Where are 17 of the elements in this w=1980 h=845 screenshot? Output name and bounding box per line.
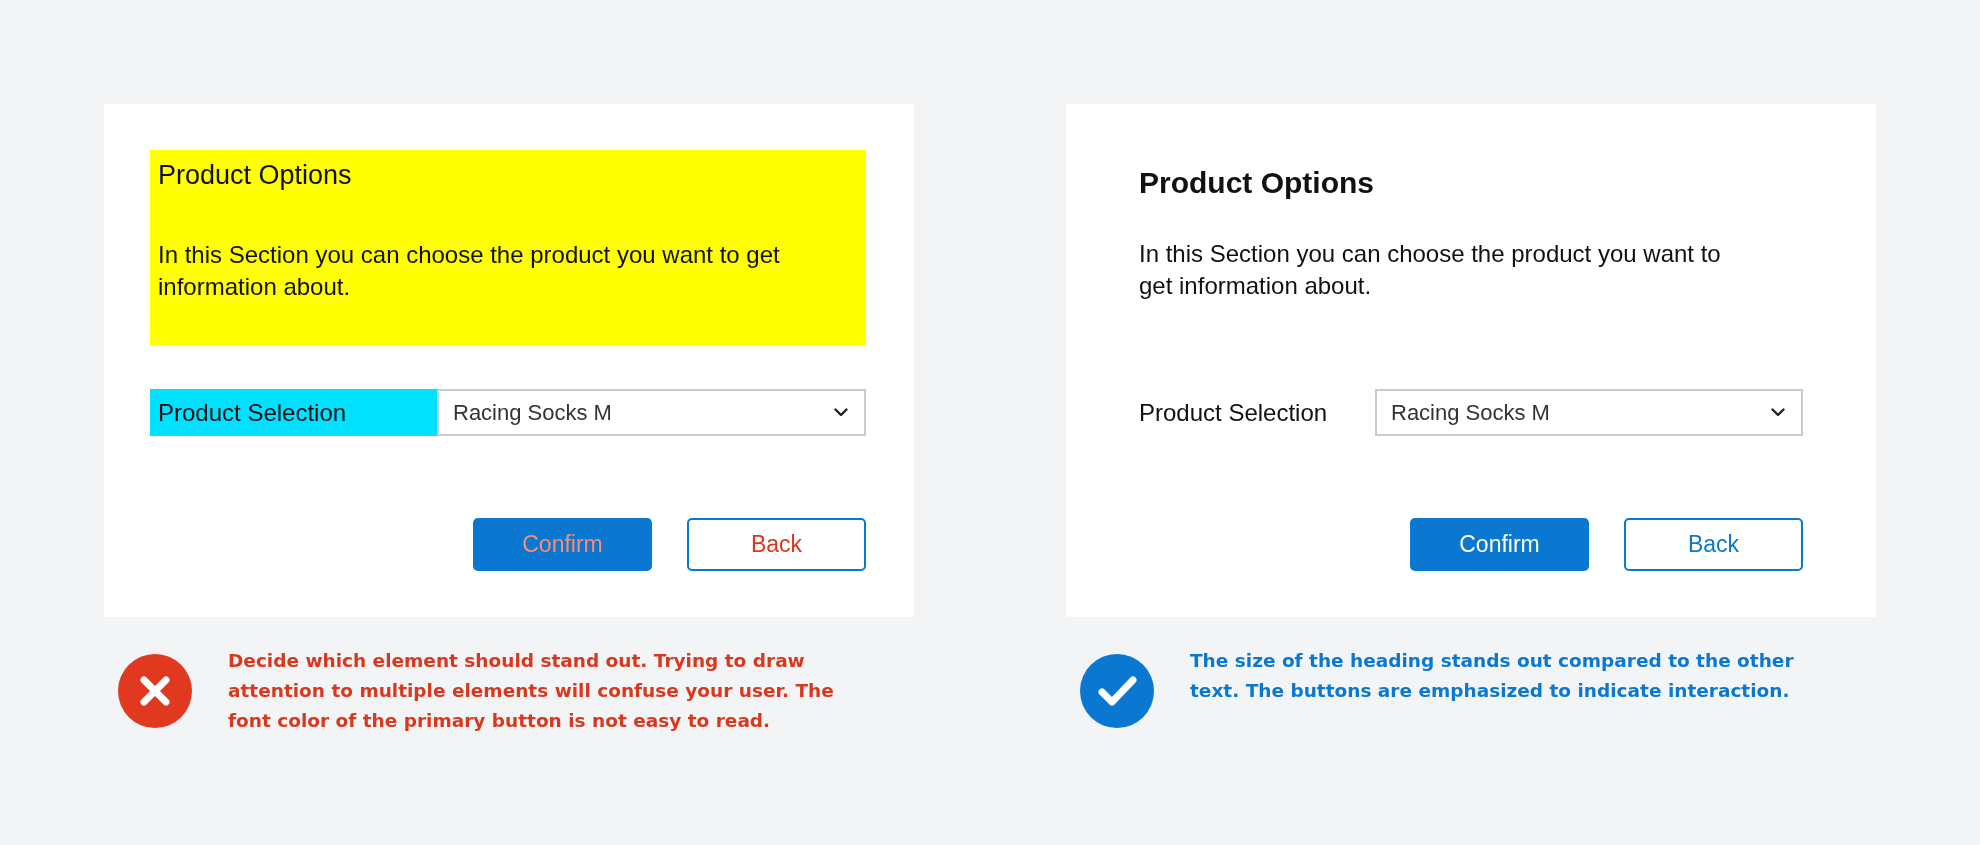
caption: The size of the heading stands out compared to the other text. The buttons are emphasized to indicate interaction. <box>1190 649 1795 703</box>
back-button[interactable]: Back <box>687 518 866 571</box>
field-label: Product Selection <box>1139 397 1329 428</box>
heading: Product Options <box>1139 166 1375 200</box>
product-dropdown[interactable]: Racing Socks M <box>437 389 866 436</box>
heading: Product Options <box>158 160 353 191</box>
confirm-button[interactable]: Confirm <box>1410 518 1589 571</box>
field-label: Product Selection <box>150 389 437 436</box>
chevron-down-icon <box>1771 408 1785 417</box>
description: In this Section you can choose the product you want to get information about. <box>1139 239 1722 301</box>
chevron-down-icon <box>834 408 848 417</box>
checkmark-icon <box>1080 654 1154 728</box>
description: In this Section you can choose the product you want to get information about. <box>158 240 781 302</box>
product-dropdown[interactable]: Racing Socks M <box>1375 389 1803 436</box>
caption: Decide which element should stand out. Trying to draw attention to multiple elements will confuse your user. The font color of the primary button is not easy to read. <box>228 649 835 733</box>
back-button[interactable]: Back <box>1624 518 1803 571</box>
cross-icon <box>118 654 192 728</box>
